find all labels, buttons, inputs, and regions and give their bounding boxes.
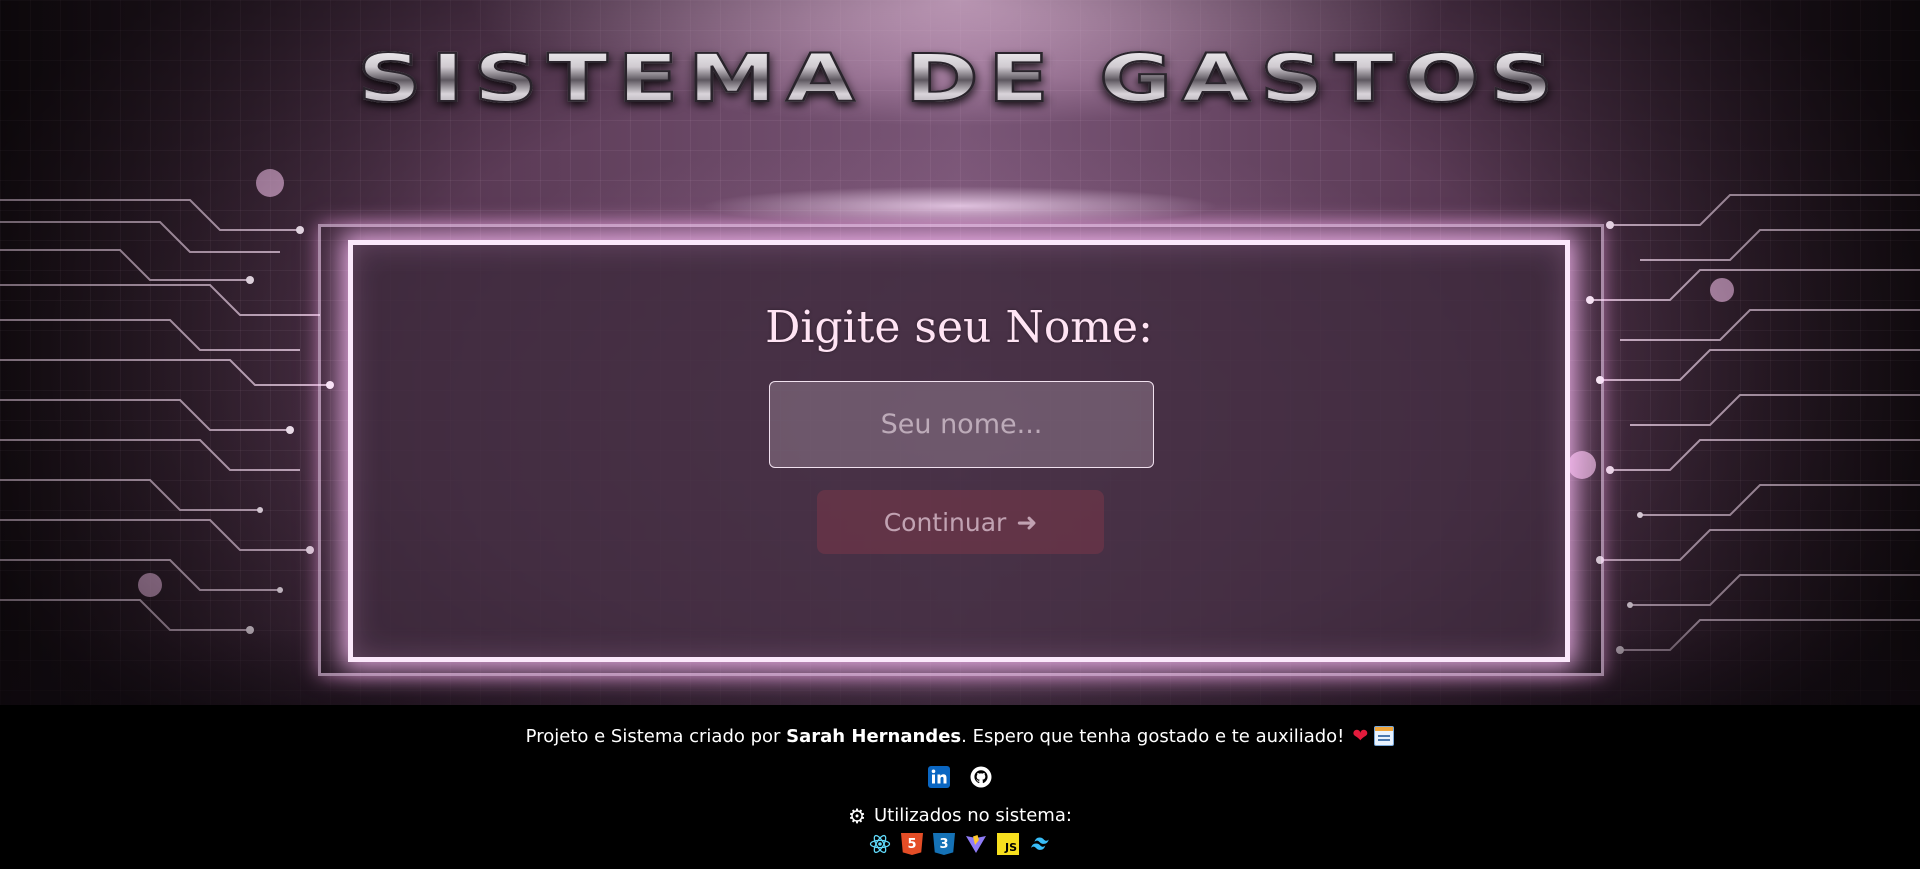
used-label: Utilizados no sistema: bbox=[874, 805, 1072, 826]
frame-glow bbox=[700, 186, 1220, 226]
notepad-icon bbox=[1374, 726, 1395, 746]
gear-icon: ⚙ bbox=[848, 803, 866, 828]
used-technologies-label: ⚙ Utilizados no sistema: bbox=[0, 805, 1920, 826]
html5-icon: 5 bbox=[901, 833, 923, 855]
credit-line: Projeto e Sistema criado por Sarah Herna… bbox=[0, 725, 1920, 747]
name-prompt-heading: Digite seu Nome: bbox=[765, 302, 1153, 353]
react-icon bbox=[869, 834, 891, 854]
heart-icon: ❤ bbox=[1352, 725, 1369, 747]
footer: Projeto e Sistema criado por Sarah Herna… bbox=[0, 705, 1920, 869]
github-icon[interactable] bbox=[970, 766, 992, 788]
javascript-icon: JS bbox=[997, 833, 1019, 855]
name-input[interactable] bbox=[769, 381, 1154, 468]
author-name: Sarah Hernandes bbox=[786, 725, 962, 747]
credit-suffix: . Espero que tenha gostado e te auxiliad… bbox=[961, 725, 1345, 747]
css3-icon: 3 bbox=[933, 833, 955, 855]
credit-prefix: Projeto e Sistema criado por bbox=[525, 725, 787, 747]
continue-button[interactable]: Continuar ➜ bbox=[817, 490, 1104, 554]
continue-button-label: Continuar bbox=[883, 507, 1007, 537]
arrow-right-icon: ➜ bbox=[1016, 507, 1038, 537]
social-links bbox=[0, 766, 1920, 788]
page-title: SISTEMA DE GASTOS bbox=[0, 39, 1920, 118]
technology-icons: 5 3 JS bbox=[0, 833, 1920, 855]
tailwind-icon bbox=[1031, 837, 1049, 850]
hero-background: SISTEMA DE GASTOS Digite seu Nome: Conti… bbox=[0, 0, 1920, 705]
linkedin-icon[interactable] bbox=[928, 766, 950, 788]
vite-icon bbox=[966, 835, 986, 853]
